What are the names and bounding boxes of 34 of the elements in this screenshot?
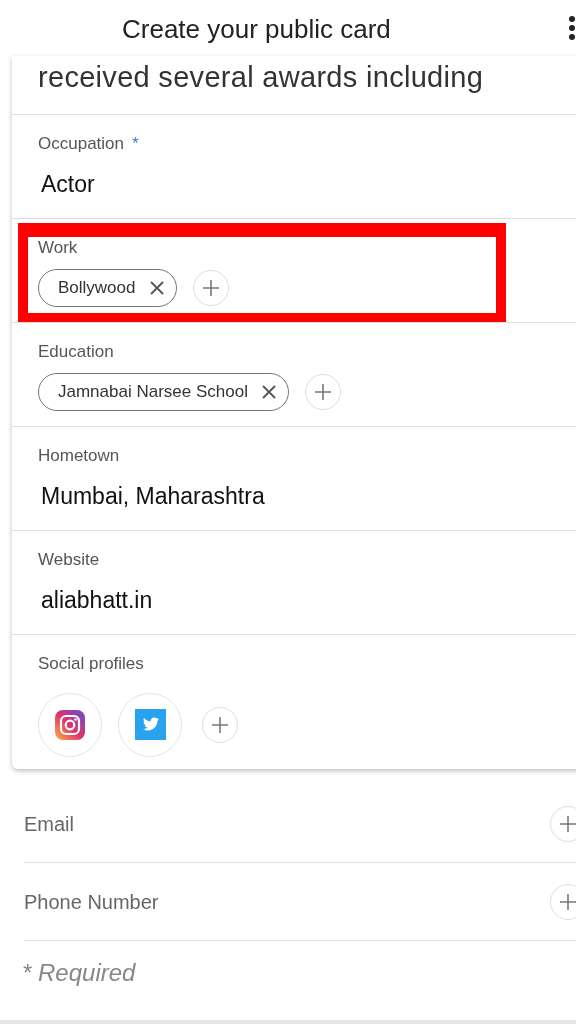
chip-label: Bollywood [58,276,136,299]
add-button[interactable] [304,373,341,410]
field-label: Education [38,341,115,363]
field-value[interactable]: aliabhatt.in [41,582,576,617]
field-label: Website [38,549,101,571]
plus-icon [313,382,332,401]
chip-label: Jamnabai Narsee School [58,380,248,403]
plus-icon [559,814,576,833]
field-value[interactable]: Mumbai, Maharashtra [41,478,576,513]
bio-text: received several awards including [37,60,485,95]
field-label: Email [24,811,74,837]
add-button[interactable] [202,706,238,743]
field-label: Hometown [38,445,121,467]
chip[interactable]: Jamnabai Narsee School [38,372,289,411]
app-bar-title: Create your public card [122,13,391,46]
chip[interactable]: Bollywood [38,268,177,307]
instagram-icon [55,709,85,740]
required-note: * Required [22,958,137,988]
add-button[interactable] [192,269,229,306]
field-value[interactable]: Actor [41,166,576,201]
required-mark: * [132,134,139,153]
add-button[interactable] [550,883,576,920]
field-label: Occupation * [38,133,140,155]
close-icon[interactable] [261,384,276,399]
plus-icon [559,892,576,911]
bird-icon [134,709,166,740]
field-label: Social profiles [38,653,145,675]
more-menu-icon[interactable] [568,16,576,40]
field-label: Phone Number [24,889,159,915]
plus-icon [201,278,220,297]
field-label: Work [38,237,79,259]
plus-icon [211,715,229,734]
add-button[interactable] [550,805,576,842]
close-icon[interactable] [149,280,164,295]
